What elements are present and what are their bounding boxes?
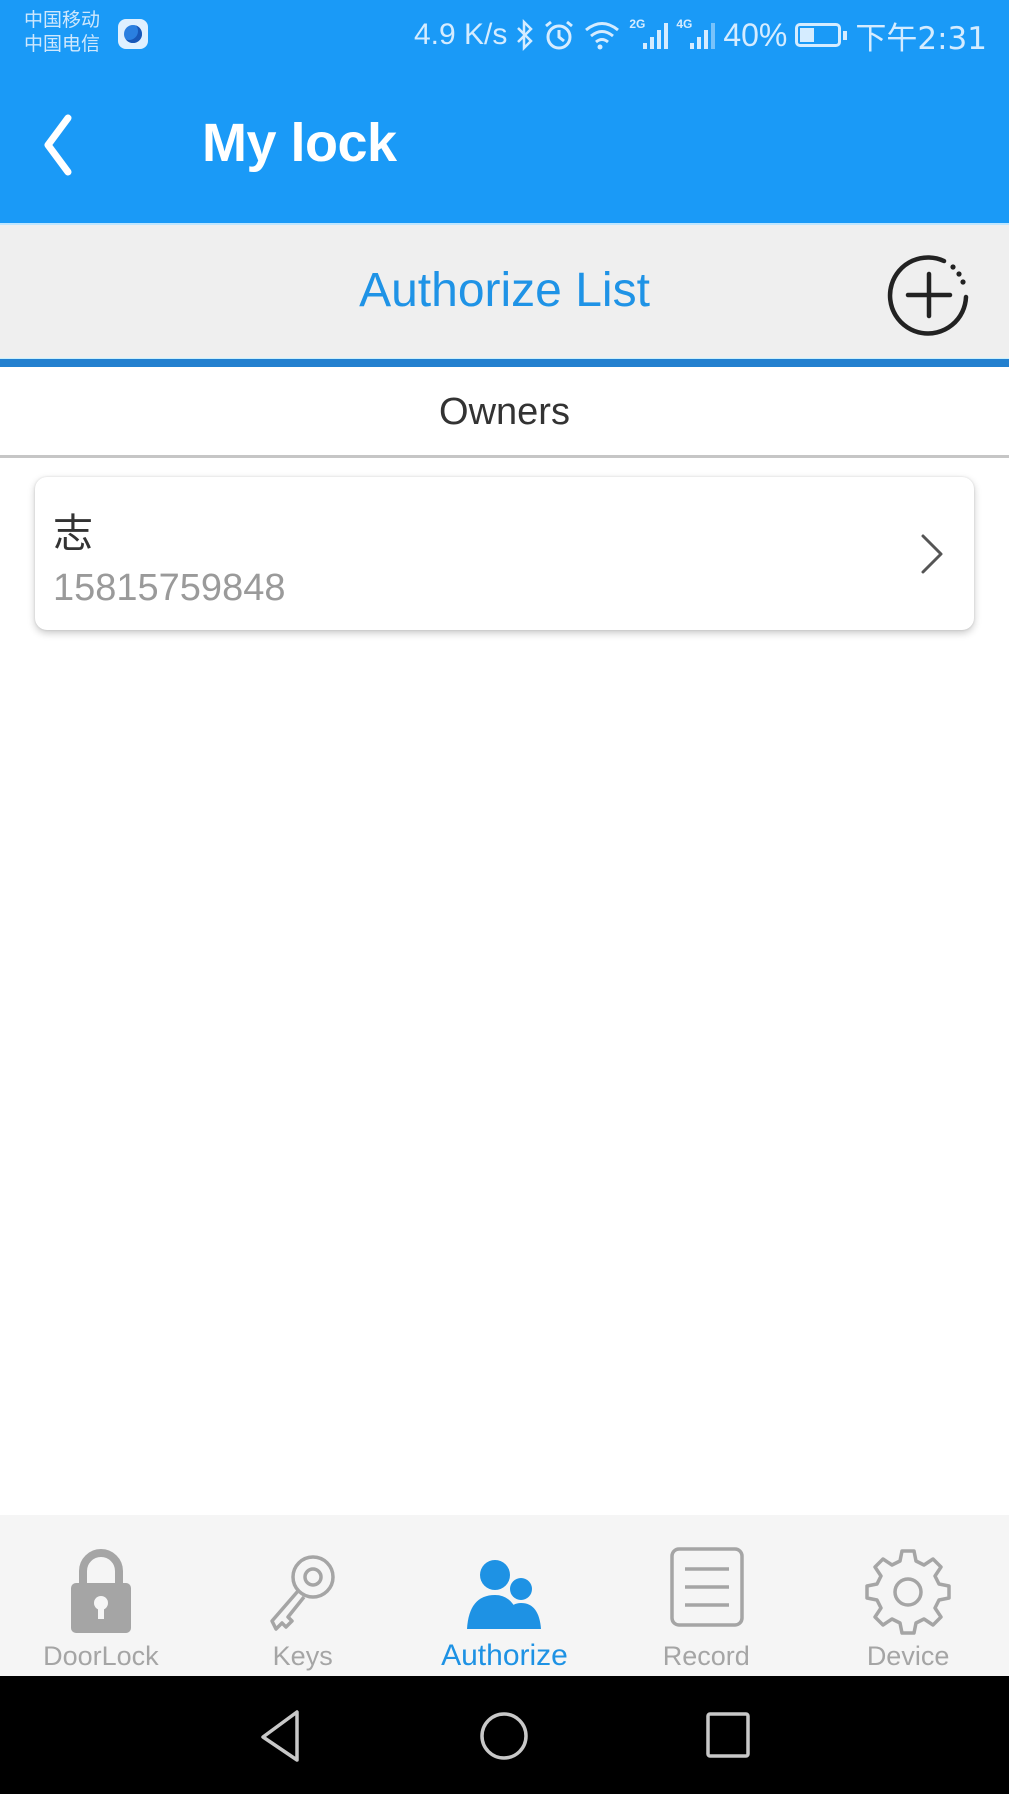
add-circle-icon — [887, 255, 969, 336]
triangle-back-icon — [261, 1710, 299, 1762]
signal-4g-icon: 4G — [676, 17, 716, 49]
battery-percent: 40% — [723, 16, 788, 53]
tab-device-label: Device — [866, 1641, 950, 1671]
carrier-labels: 中国移动 中国电信 — [24, 8, 100, 56]
clock: 下午2:31 — [855, 20, 987, 57]
chevron-left-icon — [44, 114, 72, 176]
section-divider — [0, 358, 1009, 367]
key-icon — [269, 1555, 335, 1631]
owners-title: Owners — [439, 391, 570, 433]
owner-name: 志 — [53, 511, 93, 557]
battery-icon — [795, 23, 848, 47]
tab-keys[interactable]: Keys — [202, 1515, 404, 1676]
bottom-tab-bar: DoorLock Keys Authorize Record Device — [0, 1515, 1009, 1676]
bluetooth-icon — [517, 19, 534, 51]
circle-home-icon — [480, 1712, 528, 1760]
system-nav-bar — [0, 1676, 1009, 1794]
add-authorization-button[interactable] — [884, 249, 974, 339]
tab-record-label: Record — [662, 1641, 750, 1671]
net-speed: 4.9 K/s — [413, 18, 508, 51]
carrier-1: 中国移动 — [24, 9, 101, 31]
owner-list-item[interactable]: 志 15815759848 — [35, 477, 974, 630]
square-recents-icon — [706, 1712, 750, 1758]
tab-keys-label: Keys — [272, 1641, 333, 1671]
tab-record[interactable]: Record — [605, 1515, 807, 1676]
status-indicators: 4.9 K/s 2G 4G 40% 下午2:31 — [414, 0, 987, 70]
gear-icon — [865, 1549, 951, 1635]
record-list-icon — [670, 1547, 745, 1627]
tab-authorize-label: Authorize — [441, 1639, 568, 1672]
owner-phone: 15815759848 — [53, 567, 286, 609]
status-bar: 中国移动 中国电信 4.9 K/s 2G 4G 40% 下午2:31 — [0, 0, 1009, 70]
lock-icon — [70, 1549, 131, 1633]
tab-authorize[interactable]: Authorize — [404, 1515, 606, 1676]
tab-doorlock[interactable]: DoorLock — [0, 1515, 202, 1676]
section-title: Authorize List — [359, 264, 650, 317]
tab-doorlock-label: DoorLock — [43, 1641, 159, 1671]
page-title: My lock — [202, 113, 397, 173]
owners-header: Owners — [0, 367, 1009, 458]
system-home-button[interactable] — [474, 1706, 534, 1766]
carrier-2: 中国电信 — [24, 33, 101, 55]
signal-2g-icon: 2G — [629, 17, 669, 49]
system-recents-button[interactable] — [698, 1706, 758, 1766]
wifi-icon — [585, 22, 620, 50]
tab-device[interactable]: Device — [807, 1515, 1009, 1676]
users-icon — [467, 1560, 542, 1629]
back-button[interactable] — [34, 110, 94, 180]
system-back-button[interactable] — [251, 1706, 311, 1766]
app-bar: My lock — [0, 70, 1009, 223]
signal-4g-label: 4G — [676, 17, 693, 31]
signal-2g-label: 2G — [629, 17, 646, 31]
authorize-list-header: Authorize List — [0, 223, 1009, 358]
chevron-right-icon — [921, 534, 943, 574]
alarm-icon — [545, 20, 574, 50]
app-notification-icon — [118, 19, 148, 49]
